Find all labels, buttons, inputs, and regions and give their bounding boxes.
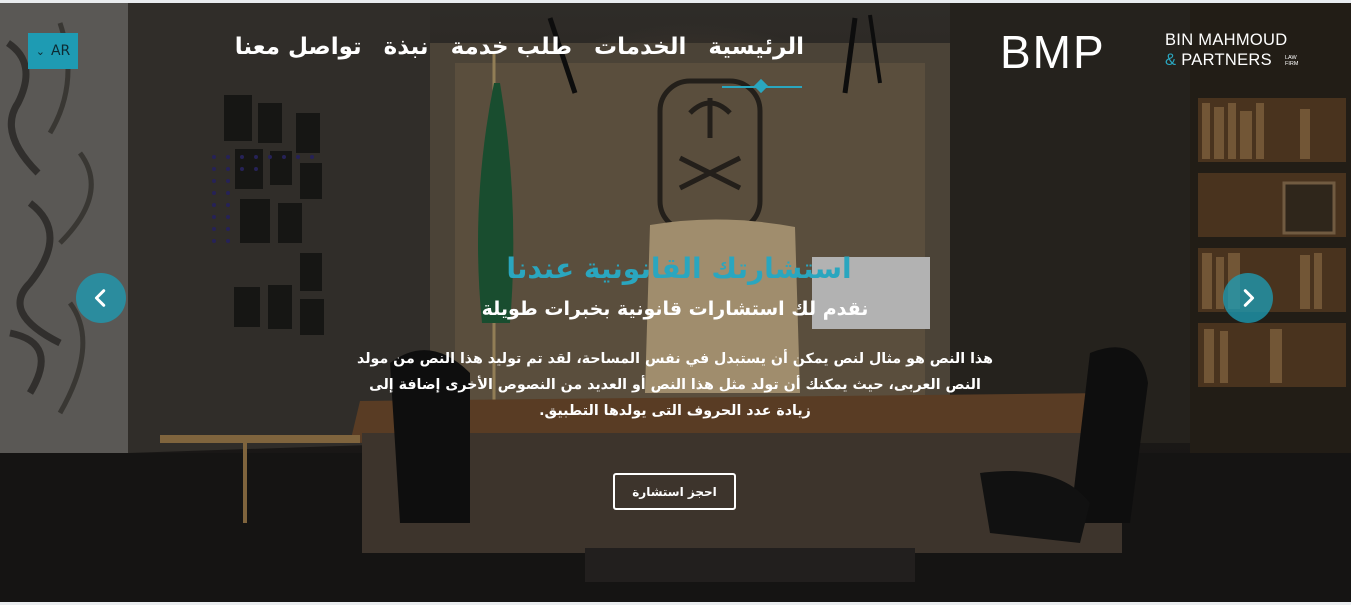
- language-selector[interactable]: ⌄ AR: [28, 33, 78, 69]
- slider-next-button[interactable]: [1223, 273, 1273, 323]
- hero-description: هذا النص هو مثال لنص يمكن أن يستبدل في ن…: [357, 351, 993, 419]
- chevron-down-icon: ⌄: [35, 44, 45, 58]
- logo-partners: PARTNERS: [1181, 51, 1272, 69]
- book-consultation-button[interactable]: احجز استشارة: [613, 473, 736, 510]
- main-nav: الرئيسية الخدمات طلب خدمة نبذة تواصل معن…: [224, 34, 815, 60]
- nav-item-contact[interactable]: تواصل معنا: [224, 34, 373, 60]
- slider-prev-button[interactable]: [76, 273, 126, 323]
- hero-subtitle: نقدم لك استشارات قانونية بخبرات طويلة: [481, 298, 869, 320]
- nav-item-about[interactable]: نبذة: [373, 34, 440, 60]
- language-label: AR: [50, 43, 71, 59]
- logo-ampersand: &: [1165, 51, 1177, 69]
- nav-item-request-service[interactable]: طلب خدمة: [440, 34, 583, 60]
- nav-item-home[interactable]: الرئيسية: [697, 34, 815, 60]
- chevron-right-icon: [1243, 289, 1255, 307]
- active-nav-indicator: [722, 86, 802, 88]
- logo-line-2: & PARTNERS: [1165, 51, 1272, 70]
- chevron-left-icon: [94, 289, 106, 307]
- bmp-logo-mark: BMP: [1000, 30, 1106, 72]
- logo-law-firm: LAW FIRM: [1285, 55, 1299, 67]
- logo-line-1: BIN MAHMOUD: [1165, 31, 1288, 49]
- nav-item-services[interactable]: الخدمات: [583, 34, 697, 60]
- svg-text:BMP: BMP: [1000, 30, 1106, 72]
- hero-title: استشارتك القانونية عندنا: [506, 252, 852, 285]
- brand-logo[interactable]: BMP BIN MAHMOUD & PARTNERS LAW FIRM: [1000, 30, 1302, 72]
